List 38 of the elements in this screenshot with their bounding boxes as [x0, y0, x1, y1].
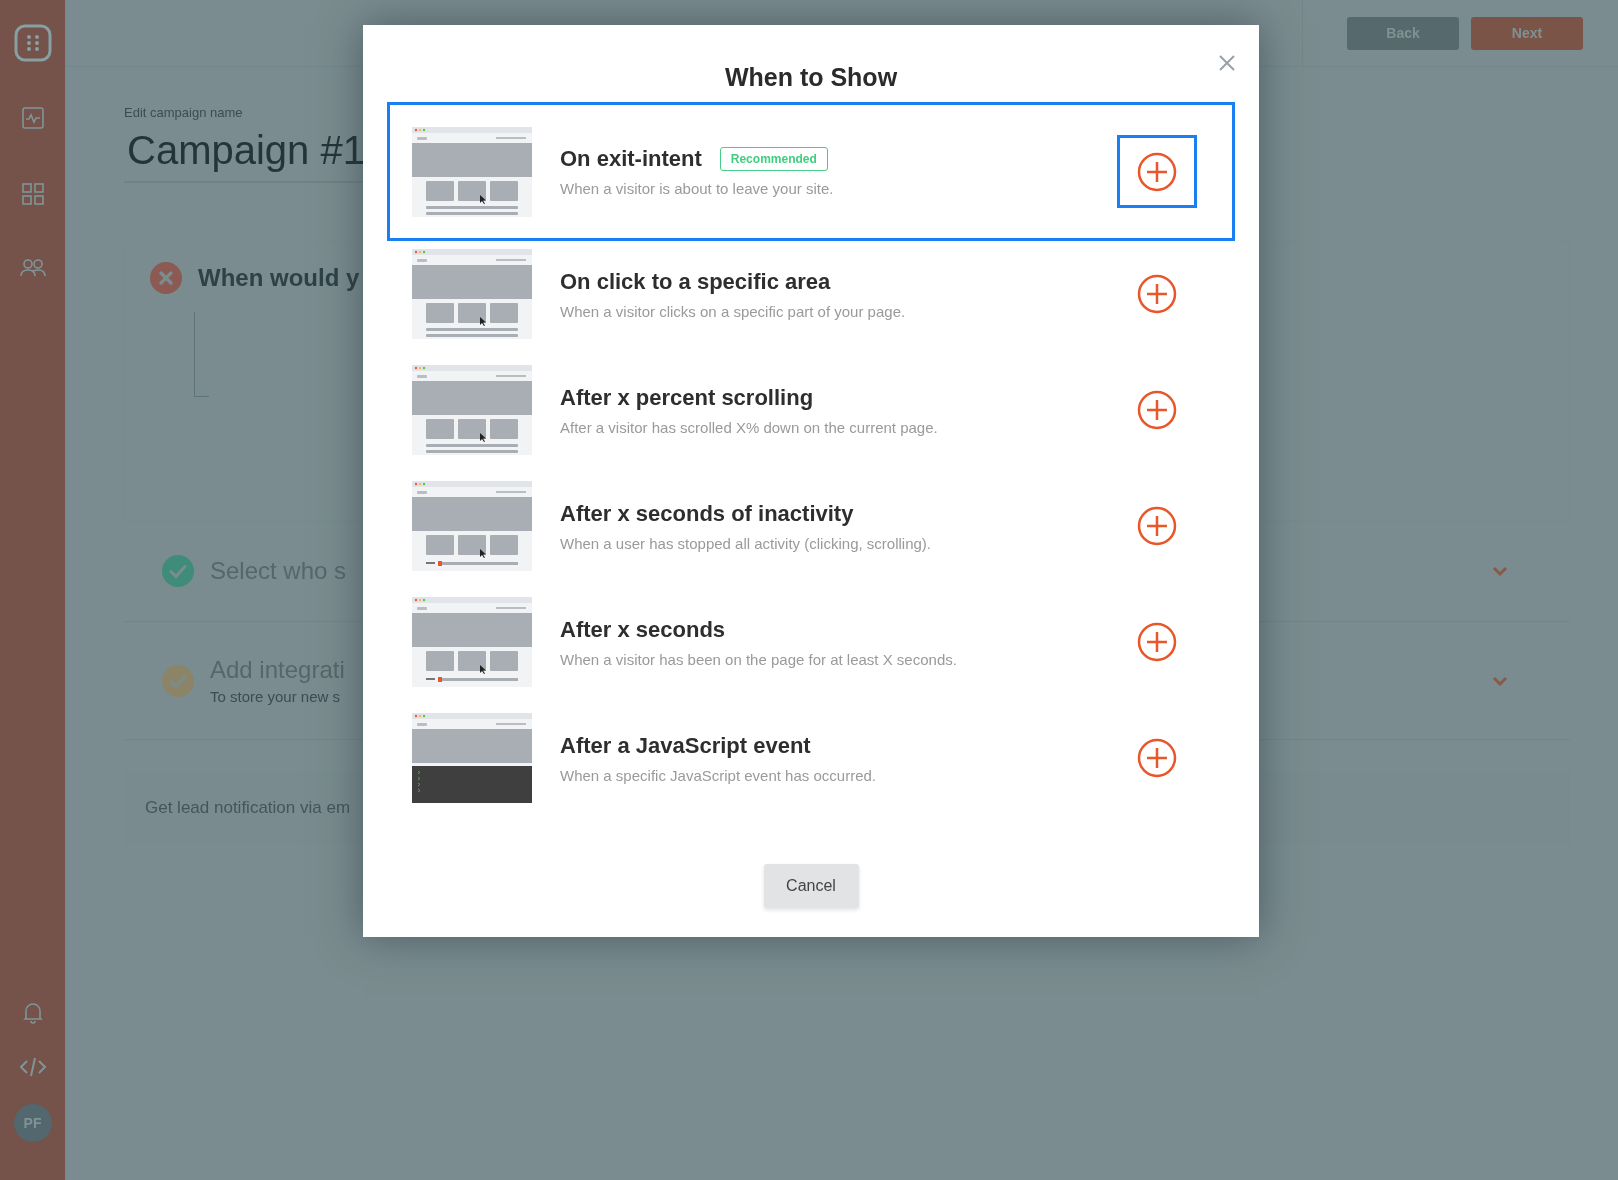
step-title: When would y: [198, 264, 360, 292]
campaign-name-label: Edit campaign name: [124, 105, 244, 120]
option-title: After x seconds: [560, 616, 726, 643]
step-subtitle: To store your new s: [210, 688, 342, 705]
trigger-option[interactable]: After x seconds When a visitor has been on the page for at least X seconds.: [387, 584, 1235, 700]
option-description: When a user has stopped all activity (clicking, scrolling).: [560, 534, 932, 552]
chevron-down-icon[interactable]: [1492, 566, 1508, 576]
option-description: When a visitor has been on the page for at least X seconds.: [560, 650, 958, 668]
modal-title: When to Show: [724, 63, 898, 92]
option-description: When a visitor clicks on a specific part of your page.: [560, 302, 907, 320]
trigger-option[interactable]: After x seconds of inactivity When a user has stopped all activity (clicking, scrolling).: [387, 468, 1235, 584]
trigger-option[interactable]: After x percent scrolling After a visitor has scrolled X% down on the current page.: [387, 352, 1235, 468]
code-icon[interactable]: [18, 1056, 47, 1078]
plus-circle-icon: [1137, 151, 1177, 192]
option-title: After x percent scrolling: [560, 384, 814, 411]
option-title: After a JavaScript event: [560, 732, 811, 759]
cancel-button[interactable]: Cancel: [763, 864, 859, 908]
option-title: On exit-intent: [560, 146, 702, 172]
option-title: After x seconds of inactivity: [560, 500, 854, 527]
plus-circle-icon: [1137, 274, 1177, 314]
option-description: After a visitor has scrolled X% down on the current page.: [560, 418, 939, 436]
bell-icon[interactable]: [22, 1002, 43, 1024]
trigger-option[interactable]: On exit-intent Recommended When a visitor is about to leave your site.: [387, 102, 1235, 241]
add-button[interactable]: [1117, 135, 1197, 208]
grid-icon[interactable]: [20, 182, 45, 206]
plus-circle-icon: [1137, 390, 1177, 430]
activity-chart-icon[interactable]: [20, 106, 45, 130]
users-icon[interactable]: [19, 258, 46, 278]
option-title: On click to a specific area: [560, 268, 831, 295]
plus-circle-icon: [1137, 622, 1177, 662]
option-description: When a specific JavaScript event has occurred.: [560, 766, 877, 784]
trigger-option[interactable]: After a JavaScript event When a specific JavaScript event has occurred.: [387, 700, 1235, 816]
plus-circle-icon: [1137, 738, 1177, 778]
option-description: When a visitor is about to leave your site.: [560, 180, 835, 197]
app-logo-icon[interactable]: [13, 24, 52, 62]
chevron-down-icon[interactable]: [1492, 675, 1508, 686]
plus-circle-icon: [1137, 506, 1177, 546]
recommended-badge: Recommended: [719, 147, 828, 171]
